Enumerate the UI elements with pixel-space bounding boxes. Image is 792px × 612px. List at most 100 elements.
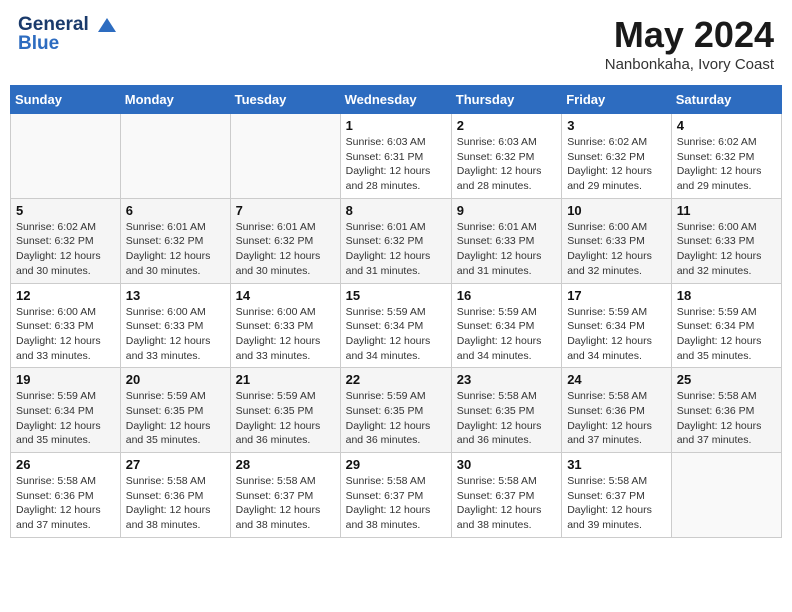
calendar-header-row: SundayMondayTuesdayWednesdayThursdayFrid… [11, 86, 782, 114]
day-info: Sunrise: 6:00 AM Sunset: 6:33 PM Dayligh… [16, 305, 115, 364]
calendar-cell: 15Sunrise: 5:59 AM Sunset: 6:34 PM Dayli… [340, 283, 451, 368]
day-number: 9 [457, 203, 556, 218]
calendar-cell: 1 Sunrise: 6:03 AM Sunset: 6:31 PM Daylig… [340, 114, 451, 199]
day-info: Sunrise: 6:03 AM Sunset: 6:31 PM Dayligh… [346, 135, 446, 194]
day-info: Sunrise: 6:00 AM Sunset: 6:33 PM Dayligh… [126, 305, 225, 364]
day-info: Sunrise: 6:02 AM Sunset: 6:32 PM Dayligh… [567, 135, 666, 194]
calendar-cell: 5 Sunrise: 6:02 AM Sunset: 6:32 PM Daylig… [11, 198, 121, 283]
day-info: Sunrise: 6:00 AM Sunset: 6:33 PM Dayligh… [236, 305, 335, 364]
calendar-cell: 22 Sunrise: 5:59 AM Sunset: 6:35 PM Dayli… [340, 368, 451, 453]
day-info: Sunrise: 6:00 AM Sunset: 6:33 PM Dayligh… [677, 220, 776, 279]
day-info: Sunrise: 5:59 AM Sunset: 6:35 PM Dayligh… [126, 389, 225, 448]
day-number: 8 [346, 203, 446, 218]
location: Nanbonkaha, Ivory Coast [605, 56, 774, 73]
day-info: Sunrise: 5:58 AM Sunset: 6:37 PM Dayligh… [567, 474, 666, 533]
calendar-cell: 21Sunrise: 5:59 AM Sunset: 6:35 PM Dayli… [230, 368, 340, 453]
day-info: Sunrise: 5:58 AM Sunset: 6:36 PM Dayligh… [677, 389, 776, 448]
day-number: 15 [346, 288, 446, 303]
day-number: 1 [346, 118, 446, 133]
day-info: Sunrise: 6:01 AM Sunset: 6:32 PM Dayligh… [346, 220, 446, 279]
calendar-cell: 27 Sunrise: 5:58 AM Sunset: 6:36 PM Dayli… [120, 453, 230, 538]
calendar-cell: 13Sunrise: 6:00 AM Sunset: 6:33 PM Dayli… [120, 283, 230, 368]
calendar-cell: 17Sunrise: 5:59 AM Sunset: 6:34 PM Dayli… [562, 283, 672, 368]
day-number: 16 [457, 288, 556, 303]
calendar-cell: 31 Sunrise: 5:58 AM Sunset: 6:37 PM Dayli… [562, 453, 672, 538]
day-number: 6 [126, 203, 225, 218]
day-info: Sunrise: 5:58 AM Sunset: 6:37 PM Dayligh… [346, 474, 446, 533]
logo: General Blue [18, 14, 118, 55]
day-number: 14 [236, 288, 335, 303]
day-info: Sunrise: 6:02 AM Sunset: 6:32 PM Dayligh… [16, 220, 115, 279]
calendar-cell [11, 114, 121, 199]
title-area: May 2024 Nanbonkaha, Ivory Coast [605, 14, 774, 73]
day-header-thursday: Thursday [451, 86, 561, 114]
calendar-week-5: 26 Sunrise: 5:58 AM Sunset: 6:36 PM Dayli… [11, 453, 782, 538]
day-number: 29 [346, 457, 446, 472]
calendar-cell: 14 Sunrise: 6:00 AM Sunset: 6:33 PM Dayli… [230, 283, 340, 368]
day-info: Sunrise: 6:00 AM Sunset: 6:33 PM Dayligh… [567, 220, 666, 279]
calendar-week-3: 12 Sunrise: 6:00 AM Sunset: 6:33 PM Dayli… [11, 283, 782, 368]
calendar-cell [671, 453, 781, 538]
day-number: 12 [16, 288, 115, 303]
day-number: 20 [126, 372, 225, 387]
calendar-cell: 4Sunrise: 6:02 AM Sunset: 6:32 PM Daylig… [671, 114, 781, 199]
day-number: 27 [126, 457, 225, 472]
calendar-cell: 8 Sunrise: 6:01 AM Sunset: 6:32 PM Daylig… [340, 198, 451, 283]
day-number: 30 [457, 457, 556, 472]
day-number: 25 [677, 372, 776, 387]
day-info: Sunrise: 5:58 AM Sunset: 6:36 PM Dayligh… [16, 474, 115, 533]
logo-blue: Blue [18, 34, 118, 55]
calendar-cell: 12 Sunrise: 6:00 AM Sunset: 6:33 PM Dayli… [11, 283, 121, 368]
day-info: Sunrise: 5:59 AM Sunset: 6:35 PM Dayligh… [346, 389, 446, 448]
calendar-cell: 11Sunrise: 6:00 AM Sunset: 6:33 PM Dayli… [671, 198, 781, 283]
day-info: Sunrise: 6:01 AM Sunset: 6:32 PM Dayligh… [126, 220, 225, 279]
day-header-friday: Friday [562, 86, 672, 114]
day-info: Sunrise: 5:59 AM Sunset: 6:34 PM Dayligh… [457, 305, 556, 364]
calendar-cell: 9Sunrise: 6:01 AM Sunset: 6:33 PM Daylig… [451, 198, 561, 283]
day-info: Sunrise: 5:58 AM Sunset: 6:35 PM Dayligh… [457, 389, 556, 448]
page-header: General Blue May 2024 Nanbonkaha, Ivory … [10, 10, 782, 77]
day-info: Sunrise: 5:58 AM Sunset: 6:37 PM Dayligh… [236, 474, 335, 533]
day-info: Sunrise: 5:59 AM Sunset: 6:35 PM Dayligh… [236, 389, 335, 448]
calendar-cell: 18 Sunrise: 5:59 AM Sunset: 6:34 PM Dayli… [671, 283, 781, 368]
calendar-cell: 7 Sunrise: 6:01 AM Sunset: 6:32 PM Daylig… [230, 198, 340, 283]
day-info: Sunrise: 5:58 AM Sunset: 6:36 PM Dayligh… [126, 474, 225, 533]
calendar-cell: 19Sunrise: 5:59 AM Sunset: 6:34 PM Dayli… [11, 368, 121, 453]
day-info: Sunrise: 5:58 AM Sunset: 6:36 PM Dayligh… [567, 389, 666, 448]
calendar-cell: 10Sunrise: 6:00 AM Sunset: 6:33 PM Dayli… [562, 198, 672, 283]
day-info: Sunrise: 6:01 AM Sunset: 6:32 PM Dayligh… [236, 220, 335, 279]
calendar-cell: 2Sunrise: 6:03 AM Sunset: 6:32 PM Daylig… [451, 114, 561, 199]
calendar-cell [120, 114, 230, 199]
day-header-monday: Monday [120, 86, 230, 114]
day-number: 18 [677, 288, 776, 303]
calendar-cell: 28 Sunrise: 5:58 AM Sunset: 6:37 PM Dayli… [230, 453, 340, 538]
calendar-cell: 29 Sunrise: 5:58 AM Sunset: 6:37 PM Dayli… [340, 453, 451, 538]
calendar-cell: 20 Sunrise: 5:59 AM Sunset: 6:35 PM Dayli… [120, 368, 230, 453]
day-info: Sunrise: 5:59 AM Sunset: 6:34 PM Dayligh… [677, 305, 776, 364]
calendar-cell: 24 Sunrise: 5:58 AM Sunset: 6:36 PM Dayli… [562, 368, 672, 453]
month-title: May 2024 [605, 14, 774, 56]
calendar-cell: 16 Sunrise: 5:59 AM Sunset: 6:34 PM Dayli… [451, 283, 561, 368]
day-number: 31 [567, 457, 666, 472]
day-header-tuesday: Tuesday [230, 86, 340, 114]
calendar-week-4: 19Sunrise: 5:59 AM Sunset: 6:34 PM Dayli… [11, 368, 782, 453]
day-number: 2 [457, 118, 556, 133]
logo-icon [96, 14, 118, 36]
calendar-cell: 23Sunrise: 5:58 AM Sunset: 6:35 PM Dayli… [451, 368, 561, 453]
calendar-cell [230, 114, 340, 199]
day-number: 22 [346, 372, 446, 387]
calendar-week-2: 5 Sunrise: 6:02 AM Sunset: 6:32 PM Daylig… [11, 198, 782, 283]
calendar-body: 1 Sunrise: 6:03 AM Sunset: 6:31 PM Daylig… [11, 114, 782, 538]
day-number: 7 [236, 203, 335, 218]
day-info: Sunrise: 5:59 AM Sunset: 6:34 PM Dayligh… [16, 389, 115, 448]
calendar-cell: 6 Sunrise: 6:01 AM Sunset: 6:32 PM Daylig… [120, 198, 230, 283]
calendar-cell: 26 Sunrise: 5:58 AM Sunset: 6:36 PM Dayli… [11, 453, 121, 538]
day-number: 5 [16, 203, 115, 218]
day-number: 24 [567, 372, 666, 387]
day-number: 4 [677, 118, 776, 133]
day-number: 3 [567, 118, 666, 133]
day-number: 17 [567, 288, 666, 303]
day-number: 26 [16, 457, 115, 472]
day-number: 28 [236, 457, 335, 472]
calendar-cell: 30Sunrise: 5:58 AM Sunset: 6:37 PM Dayli… [451, 453, 561, 538]
